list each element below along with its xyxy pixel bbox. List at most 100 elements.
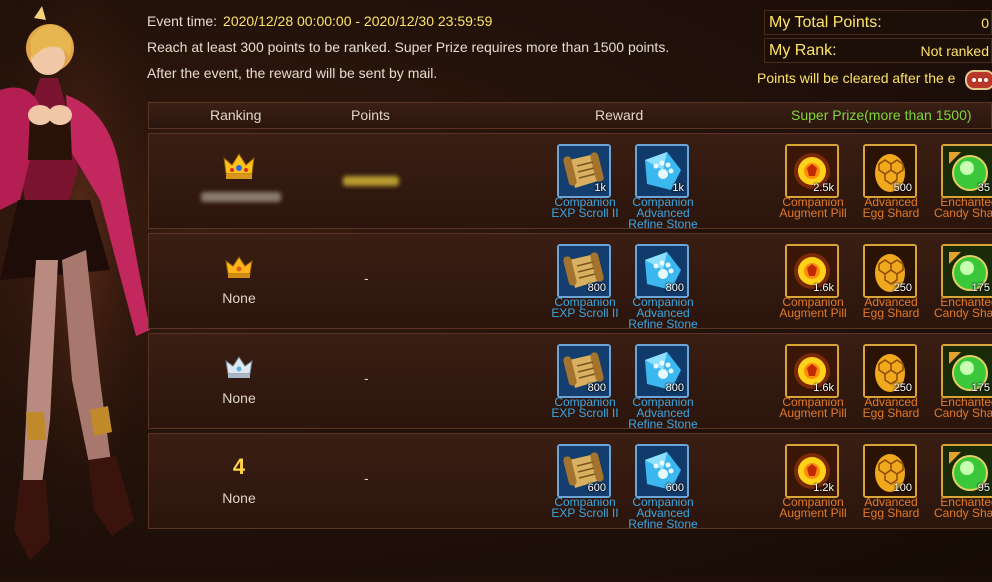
item-name-line: Refine Stone — [628, 317, 698, 331]
dot-icon — [978, 78, 982, 82]
pill-icon[interactable]: 1.2k — [785, 444, 839, 498]
super-prize-item[interactable]: 250 Advanced Egg Shard — [863, 244, 919, 319]
item-name-line: Candy Shard — [933, 206, 992, 220]
reward-item[interactable]: 800 Companion Advanced Refine Stone — [628, 344, 698, 430]
item-name-line: EXP Scroll II — [551, 206, 619, 220]
table-header: Ranking Points Reward Super Prize(more t… — [148, 102, 992, 129]
candy-icon[interactable]: 95 — [941, 444, 992, 498]
reward-item[interactable]: 800 Companion EXP Scroll II — [551, 344, 619, 419]
my-rank-label: My Rank: — [769, 41, 837, 59]
item-count: 800 — [665, 282, 684, 294]
egg-shard-icon[interactable]: 100 — [863, 444, 917, 498]
item-name: Companion Augment Pill — [771, 396, 855, 419]
item-count: 2.5k — [813, 182, 834, 194]
super-prize-item[interactable]: 95 EnchantedCandy Shard — [934, 444, 992, 519]
total-points-label: My Total Points: — [769, 13, 882, 31]
item-name: Companion Advanced Refine Stone — [621, 296, 705, 331]
reward-item[interactable]: 800 Companion EXP Scroll II — [551, 244, 619, 319]
table-row: 4 None - 600 Companion EXP Scroll II 600 Co… — [148, 433, 992, 530]
paw-crystal-icon[interactable]: 600 — [635, 444, 689, 498]
event-info: Event time: 2020/12/28 00:00:00 - 2020/12… — [147, 12, 669, 90]
reward-item[interactable]: 1k Companion Advanced Refine Stone — [628, 144, 698, 230]
pill-icon[interactable]: 2.5k — [785, 144, 839, 198]
blurred-player-name — [201, 192, 281, 202]
points-cleared-notice: Points will be cleared after the e — [757, 70, 956, 86]
points-value: - — [364, 270, 369, 286]
dot-icon — [972, 78, 976, 82]
super-prize-item[interactable]: 500 Advanced Egg Shard — [863, 144, 919, 219]
item-count: 800 — [665, 382, 684, 394]
item-count: 600 — [587, 482, 606, 494]
reward-item[interactable]: 600 Companion Advanced Refine Stone — [628, 444, 698, 530]
scroll-icon[interactable]: 1k — [557, 144, 611, 198]
scroll-icon[interactable]: 800 — [557, 244, 611, 298]
super-prize-item[interactable]: 35 EnchantedCandy Shard — [934, 144, 992, 219]
egg-shard-icon[interactable]: 250 — [863, 344, 917, 398]
super-prize-item[interactable]: 1.6k Companion Augment Pill — [779, 344, 847, 419]
item-name: Advanced Egg Shard — [849, 196, 933, 219]
my-rank-value: Not ranked — [920, 42, 989, 59]
rank-cell: 4 None — [149, 434, 329, 528]
table-row: None - 800 Companion EXP Scroll II 800 Com… — [148, 333, 992, 430]
pill-icon[interactable]: 1.6k — [785, 344, 839, 398]
item-name-line: Refine Stone — [628, 417, 698, 431]
super-prize-item[interactable]: 175 EnchantedCandy Shard — [934, 244, 992, 319]
item-count: 1.2k — [813, 482, 834, 494]
table-row: 1k Companion EXP Scroll II 1k Companion Ad… — [148, 133, 992, 230]
item-count: 600 — [665, 482, 684, 494]
super-prize-item[interactable]: 100 Advanced Egg Shard — [863, 444, 919, 519]
egg-shard-icon[interactable]: 250 — [863, 244, 917, 298]
super-prize-item[interactable]: 1.2k Companion Augment Pill — [779, 444, 847, 519]
super-prize-item[interactable]: 175 EnchantedCandy Shard — [934, 344, 992, 419]
paw-crystal-icon[interactable]: 1k — [635, 144, 689, 198]
gold-crown-small-icon — [223, 252, 255, 280]
player-name: None — [222, 290, 256, 306]
item-name-line: EXP Scroll II — [551, 406, 619, 420]
item-name: EnchantedCandy Shard — [927, 296, 992, 319]
reward-item[interactable]: 600 Companion EXP Scroll II — [551, 444, 619, 519]
item-name-line: Egg Shard — [862, 406, 920, 420]
item-count: 175 — [971, 282, 990, 294]
item-count: 800 — [587, 282, 606, 294]
item-count: 250 — [893, 282, 912, 294]
item-name-line: Augment Pill — [779, 306, 847, 320]
item-name: EnchantedCandy Shard — [927, 196, 992, 220]
item-name: Advanced Egg Shard — [849, 396, 933, 420]
candy-icon[interactable]: 175 — [941, 344, 992, 398]
egg-shard-icon[interactable]: 500 — [863, 144, 917, 198]
item-name-line: Refine Stone — [628, 517, 698, 531]
candy-icon[interactable]: 35 — [941, 144, 992, 198]
event-time-value: 2020/12/28 00:00:00 - 2020/12/30 23:59:5… — [223, 13, 493, 29]
candy-icon[interactable]: 175 — [941, 244, 992, 298]
item-name: Companion Advanced Refine Stone — [621, 496, 705, 531]
paw-crystal-icon[interactable]: 800 — [635, 344, 689, 398]
item-name-line: Candy Shard — [933, 506, 992, 520]
item-name-line: Egg Shard — [862, 506, 920, 520]
item-count: 1.6k — [813, 382, 834, 394]
item-name: Companion EXP Scroll II — [543, 196, 627, 220]
total-points-value: 0 — [981, 14, 989, 31]
item-name-line: Egg Shard — [862, 306, 920, 320]
item-count: 250 — [893, 382, 912, 394]
super-prize-item[interactable]: 1.6k Companion Augment Pill — [779, 244, 847, 319]
item-name: EnchantedCandy Shard — [927, 496, 992, 520]
paw-crystal-icon[interactable]: 800 — [635, 244, 689, 298]
points-value: - — [364, 370, 369, 386]
super-prize-item[interactable]: 2.5k Companion Augment Pill — [779, 144, 847, 219]
header-reward: Reward — [595, 107, 644, 123]
my-status-panel: My Total Points: 0 My Rank: Not ranked — [764, 10, 992, 66]
header-ranking: Ranking — [210, 107, 262, 123]
item-name-line: EXP Scroll II — [551, 306, 619, 320]
more-button[interactable] — [965, 70, 992, 90]
reward-item[interactable]: 1k Companion EXP Scroll II — [551, 144, 619, 219]
item-name-line: Candy Shard — [933, 406, 992, 420]
ranking-table: Ranking Points Reward Super Prize(more t… — [148, 102, 992, 530]
scroll-icon[interactable]: 800 — [557, 344, 611, 398]
item-name-line: Augment Pill — [779, 206, 847, 220]
my-rank-box: My Rank: Not ranked — [764, 38, 992, 63]
pill-icon[interactable]: 1.6k — [785, 244, 839, 298]
scroll-icon[interactable]: 600 — [557, 444, 611, 498]
event-time-label: Event time: — [147, 13, 218, 29]
reward-item[interactable]: 800 Companion Advanced Refine Stone — [628, 244, 698, 330]
super-prize-item[interactable]: 250 Advanced Egg Shard — [863, 344, 919, 419]
